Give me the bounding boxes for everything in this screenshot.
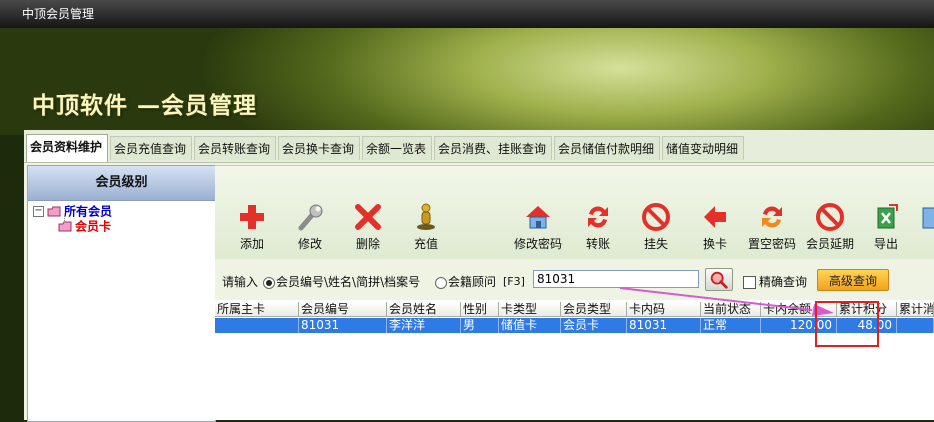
column-header[interactable]: 卡内码 [627, 302, 701, 317]
delete-button[interactable]: 删除 [338, 202, 398, 252]
member-level-header: 会员级别 [28, 166, 215, 201]
folder-icon [47, 206, 61, 217]
column-header[interactable]: 会员姓名 [387, 302, 461, 317]
table-cell[interactable]: 男 [461, 318, 499, 333]
table-cell[interactable]: 储值卡 [499, 318, 561, 333]
transfer-button[interactable]: 转账 [568, 202, 628, 252]
column-header[interactable]: 会员编号 [299, 302, 387, 317]
export-button[interactable]: 导出 [856, 202, 916, 252]
house-icon [526, 206, 550, 229]
tab-consumption-query[interactable]: 会员消费、挂账查询 [434, 136, 552, 160]
tab-card-exchange-query[interactable]: 会员换卡查询 [278, 136, 360, 160]
radio-selected-icon[interactable] [263, 276, 275, 289]
extend-membership-button[interactable]: 会员延期 [800, 202, 860, 252]
no-entry-icon [642, 203, 670, 231]
column-header[interactable]: 累计积分 [837, 302, 897, 317]
member-level-panel: 会员级别 − 所有会员 会员卡 [27, 165, 216, 422]
window-title: 中顶会员管理 [22, 7, 95, 21]
add-button[interactable]: 添加 [222, 202, 282, 252]
folder-icon [58, 221, 72, 232]
tab-bar: 会员资料维护 会员充值查询 会员转账查询 会员换卡查询 余额一览表 会员消费、挂… [24, 130, 934, 163]
exchange-card-button[interactable]: 换卡 [685, 202, 745, 252]
more-toolbar-button[interactable] [912, 202, 934, 232]
table-cell[interactable]: 会员卡 [561, 318, 627, 333]
search-input[interactable] [533, 270, 699, 288]
checkbox-icon[interactable] [743, 276, 756, 289]
table-cell[interactable]: 81031 [627, 318, 701, 333]
export-icon [922, 207, 934, 229]
exchange-icon [704, 206, 726, 228]
table-cell[interactable]: 120.00 [761, 318, 837, 333]
tree-node-member-card[interactable]: 会员卡 [58, 219, 111, 234]
search-button[interactable] [705, 268, 733, 291]
advanced-search-button[interactable]: 高级查询 [817, 269, 889, 291]
table-cell[interactable]: 李洋洋 [387, 318, 461, 333]
window-titlebar: 中顶会员管理 [0, 0, 934, 28]
column-header[interactable]: 卡类型 [499, 302, 561, 317]
tab-recharge-query[interactable]: 会员充值查询 [110, 136, 192, 160]
search-bar: 请输入 会员编号\姓名\简拼\档案号 会籍顾问 [F3] 精确查询 高级查询 [215, 259, 934, 300]
search-by-member-option[interactable]: 会员编号\姓名\简拼\档案号 [263, 274, 420, 290]
search-prompt: 请输入 [222, 275, 259, 289]
column-header[interactable]: 会员类型 [561, 302, 627, 317]
report-loss-button[interactable]: 挂失 [626, 202, 686, 252]
table-cell[interactable] [897, 318, 934, 333]
banner-title: 中顶软件 —会员管理 [32, 92, 258, 119]
column-header[interactable]: 累计消 [897, 302, 934, 317]
member-table: 所属主卡 会员编号 会员姓名 性别 卡类型 会员类型 卡内码 当前状态 卡内余额… [215, 300, 934, 420]
tree-node-all-members[interactable]: − 所有会员 [33, 204, 112, 219]
search-hotkey: [F3] [503, 275, 525, 288]
column-header[interactable]: 性别 [461, 302, 499, 317]
table-cell[interactable]: 81031 [299, 318, 387, 333]
no-entry-icon [816, 203, 844, 231]
radio-icon[interactable] [435, 276, 447, 289]
column-header[interactable]: 所属主卡 [215, 302, 299, 317]
app-banner: 中顶软件 —会员管理 [0, 28, 934, 135]
exact-search-option[interactable]: 精确查询 [743, 274, 807, 290]
table-cell[interactable]: 48.00 [837, 318, 897, 333]
column-header[interactable]: 卡内余额 [761, 302, 837, 317]
collapse-toggle-icon[interactable]: − [33, 206, 44, 217]
table-cell[interactable] [215, 318, 299, 333]
tab-stored-value-change[interactable]: 储值变动明细 [662, 136, 744, 160]
table-cell[interactable]: 正常 [701, 318, 761, 333]
edit-button[interactable]: 修改 [280, 202, 340, 252]
delete-x-icon [355, 204, 381, 230]
change-password-button[interactable]: 修改密码 [508, 202, 568, 252]
export-icon [877, 204, 898, 229]
recharge-button[interactable]: 充值 [396, 202, 456, 252]
tab-member-info[interactable]: 会员资料维护 [26, 134, 108, 162]
tab-balance-overview[interactable]: 余额一览表 [362, 136, 432, 160]
plus-icon [240, 205, 264, 229]
wrench-icon [298, 204, 323, 231]
tab-transfer-query[interactable]: 会员转账查询 [194, 136, 276, 160]
magnifier-icon [710, 271, 728, 289]
reset-password-button[interactable]: 置空密码 [742, 202, 802, 252]
search-by-advisor-option[interactable]: 会籍顾问 [435, 274, 496, 290]
tab-stored-value-payment[interactable]: 会员储值付款明细 [554, 136, 660, 160]
action-toolbar: 添加 修改 删除 充值 修改密码 转账 挂失 换卡 置空密码 会员延期 导出 [215, 165, 934, 260]
recharge-icon [417, 203, 435, 230]
transfer-icon [588, 206, 608, 228]
reset-icon [762, 206, 782, 228]
main-content: 会员资料维护 会员充值查询 会员转账查询 会员换卡查询 余额一览表 会员消费、挂… [24, 130, 934, 422]
column-header[interactable]: 当前状态 [701, 302, 761, 317]
